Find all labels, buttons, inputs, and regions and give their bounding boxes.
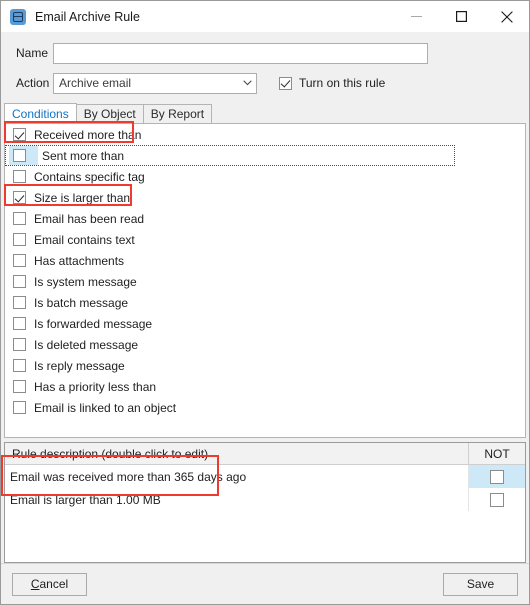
rule-not-checkbox[interactable] bbox=[490, 469, 504, 484]
name-row: Name bbox=[1, 41, 529, 65]
window-controls bbox=[394, 1, 529, 32]
action-label: Action bbox=[16, 76, 50, 90]
condition-label: Email is linked to an object bbox=[34, 400, 177, 415]
condition-label: Has a priority less than bbox=[34, 379, 157, 394]
minimize-icon[interactable] bbox=[394, 1, 439, 32]
condition-label: Has attachments bbox=[34, 253, 125, 268]
condition-checkbox-wrap bbox=[13, 317, 34, 330]
action-select[interactable]: Archive email bbox=[53, 72, 257, 94]
condition-checkbox-wrap bbox=[9, 146, 38, 165]
email-archive-rule-window: Email Archive Rule Name Action Archive e… bbox=[0, 0, 530, 605]
rule-description-grid[interactable]: Rule description (double click to edit) … bbox=[4, 442, 526, 563]
rule-form: Name Action Archive email Turn on this r… bbox=[1, 32, 529, 101]
condition-checkbox-wrap bbox=[13, 380, 34, 393]
cancel-button-mnemonic: C bbox=[30, 577, 40, 591]
rule-description-text: Email is larger than 1.00 MB bbox=[10, 492, 161, 507]
rule-description-empty-area bbox=[5, 511, 525, 562]
title-bar: Email Archive Rule bbox=[1, 1, 529, 32]
condition-row[interactable]: Received more than bbox=[5, 124, 525, 145]
condition-row[interactable]: Email contains text bbox=[5, 229, 525, 250]
maximize-icon[interactable] bbox=[439, 1, 484, 32]
condition-row[interactable]: Email is linked to an object bbox=[5, 397, 525, 418]
condition-row[interactable]: Is system message bbox=[5, 271, 525, 292]
conditions-list[interactable]: Received more than Sent more than Contai… bbox=[4, 123, 526, 438]
condition-label: Size is larger than bbox=[34, 190, 131, 205]
condition-checkbox-wrap bbox=[13, 359, 34, 372]
rule-description-row[interactable]: Email was received more than 365 days ag… bbox=[5, 465, 525, 488]
condition-row[interactable]: Has attachments bbox=[5, 250, 525, 271]
rule-description-text: Email was received more than 365 days ag… bbox=[10, 469, 247, 484]
column-header-not: NOT bbox=[484, 446, 510, 461]
condition-checkbox-wrap bbox=[13, 401, 34, 414]
condition-checkbox-wrap bbox=[13, 338, 34, 351]
condition-row[interactable]: Is forwarded message bbox=[5, 313, 525, 334]
condition-row[interactable]: Is batch message bbox=[5, 292, 525, 313]
column-header-description: Rule description (double click to edit) bbox=[5, 443, 469, 464]
condition-checkbox[interactable] bbox=[13, 233, 26, 246]
condition-checkbox[interactable] bbox=[13, 191, 26, 204]
condition-checkbox[interactable] bbox=[13, 128, 26, 141]
condition-checkbox[interactable] bbox=[13, 254, 26, 267]
condition-checkbox-wrap bbox=[13, 233, 34, 246]
condition-checkbox-wrap bbox=[13, 128, 34, 141]
condition-checkbox[interactable] bbox=[13, 149, 26, 162]
condition-row[interactable]: Contains specific tag bbox=[5, 166, 525, 187]
condition-checkbox[interactable] bbox=[13, 359, 26, 372]
condition-checkbox-wrap bbox=[13, 170, 34, 183]
condition-checkbox[interactable] bbox=[13, 380, 26, 393]
condition-label: Email contains text bbox=[34, 232, 135, 247]
condition-label: Is batch message bbox=[34, 295, 129, 310]
name-label: Name bbox=[16, 46, 49, 60]
condition-row[interactable]: Email has been read bbox=[5, 208, 525, 229]
dialog-footer: Cancel Save bbox=[1, 563, 529, 604]
condition-label: Is system message bbox=[34, 274, 137, 289]
action-row: Action Archive email Turn on this rule bbox=[1, 71, 529, 95]
tab-by-report[interactable]: By Report bbox=[142, 104, 213, 123]
condition-label: Email has been read bbox=[34, 211, 145, 226]
turn-on-rule-checkbox[interactable]: Turn on this rule bbox=[279, 76, 385, 90]
condition-checkbox[interactable] bbox=[13, 212, 26, 225]
condition-checkbox[interactable] bbox=[13, 401, 26, 414]
condition-row[interactable]: Has a priority less than bbox=[5, 376, 525, 397]
close-icon[interactable] bbox=[484, 1, 529, 32]
email-archive-icon bbox=[10, 8, 26, 25]
condition-checkbox[interactable] bbox=[13, 296, 26, 309]
condition-checkbox-wrap bbox=[13, 275, 34, 288]
condition-label: Is reply message bbox=[34, 358, 125, 373]
condition-label: Is forwarded message bbox=[34, 316, 153, 331]
cancel-button-label: ancel bbox=[39, 577, 69, 591]
rule-description-header: Rule description (double click to edit) … bbox=[5, 443, 525, 465]
condition-checkbox[interactable] bbox=[13, 338, 26, 351]
rule-not-cell[interactable] bbox=[468, 465, 525, 488]
cancel-button[interactable]: Cancel bbox=[12, 572, 87, 596]
condition-checkbox-wrap bbox=[13, 212, 34, 225]
condition-label: Sent more than bbox=[42, 148, 125, 163]
condition-checkbox[interactable] bbox=[13, 275, 26, 288]
condition-row[interactable]: Is deleted message bbox=[5, 334, 525, 355]
condition-label: Is deleted message bbox=[34, 337, 139, 352]
tab-by-object[interactable]: By Object bbox=[75, 104, 144, 123]
tab-bar: Conditions By Object By Report bbox=[4, 103, 529, 123]
condition-checkbox-wrap bbox=[13, 254, 34, 267]
action-select-value: Archive email bbox=[59, 76, 132, 90]
condition-row[interactable]: Size is larger than bbox=[5, 187, 525, 208]
turn-on-rule-label: Turn on this rule bbox=[299, 76, 386, 90]
rule-description-row[interactable]: Email is larger than 1.00 MB bbox=[5, 488, 525, 511]
condition-label: Contains specific tag bbox=[34, 169, 145, 184]
save-button[interactable]: Save bbox=[443, 572, 518, 596]
condition-checkbox[interactable] bbox=[13, 170, 26, 183]
chevron-down-icon bbox=[239, 80, 256, 86]
turn-on-rule-checkbox-box bbox=[279, 76, 292, 90]
window-title: Email Archive Rule bbox=[35, 9, 140, 24]
condition-row[interactable]: Sent more than bbox=[5, 145, 455, 166]
tab-conditions[interactable]: Conditions bbox=[4, 103, 77, 123]
condition-checkbox-wrap bbox=[13, 191, 34, 204]
condition-checkbox[interactable] bbox=[13, 317, 26, 330]
condition-checkbox-wrap bbox=[13, 296, 34, 309]
condition-label: Received more than bbox=[34, 127, 142, 142]
name-input[interactable] bbox=[53, 42, 428, 64]
condition-row[interactable]: Is reply message bbox=[5, 355, 525, 376]
rule-not-cell[interactable] bbox=[468, 488, 525, 511]
rule-not-checkbox[interactable] bbox=[490, 492, 504, 507]
